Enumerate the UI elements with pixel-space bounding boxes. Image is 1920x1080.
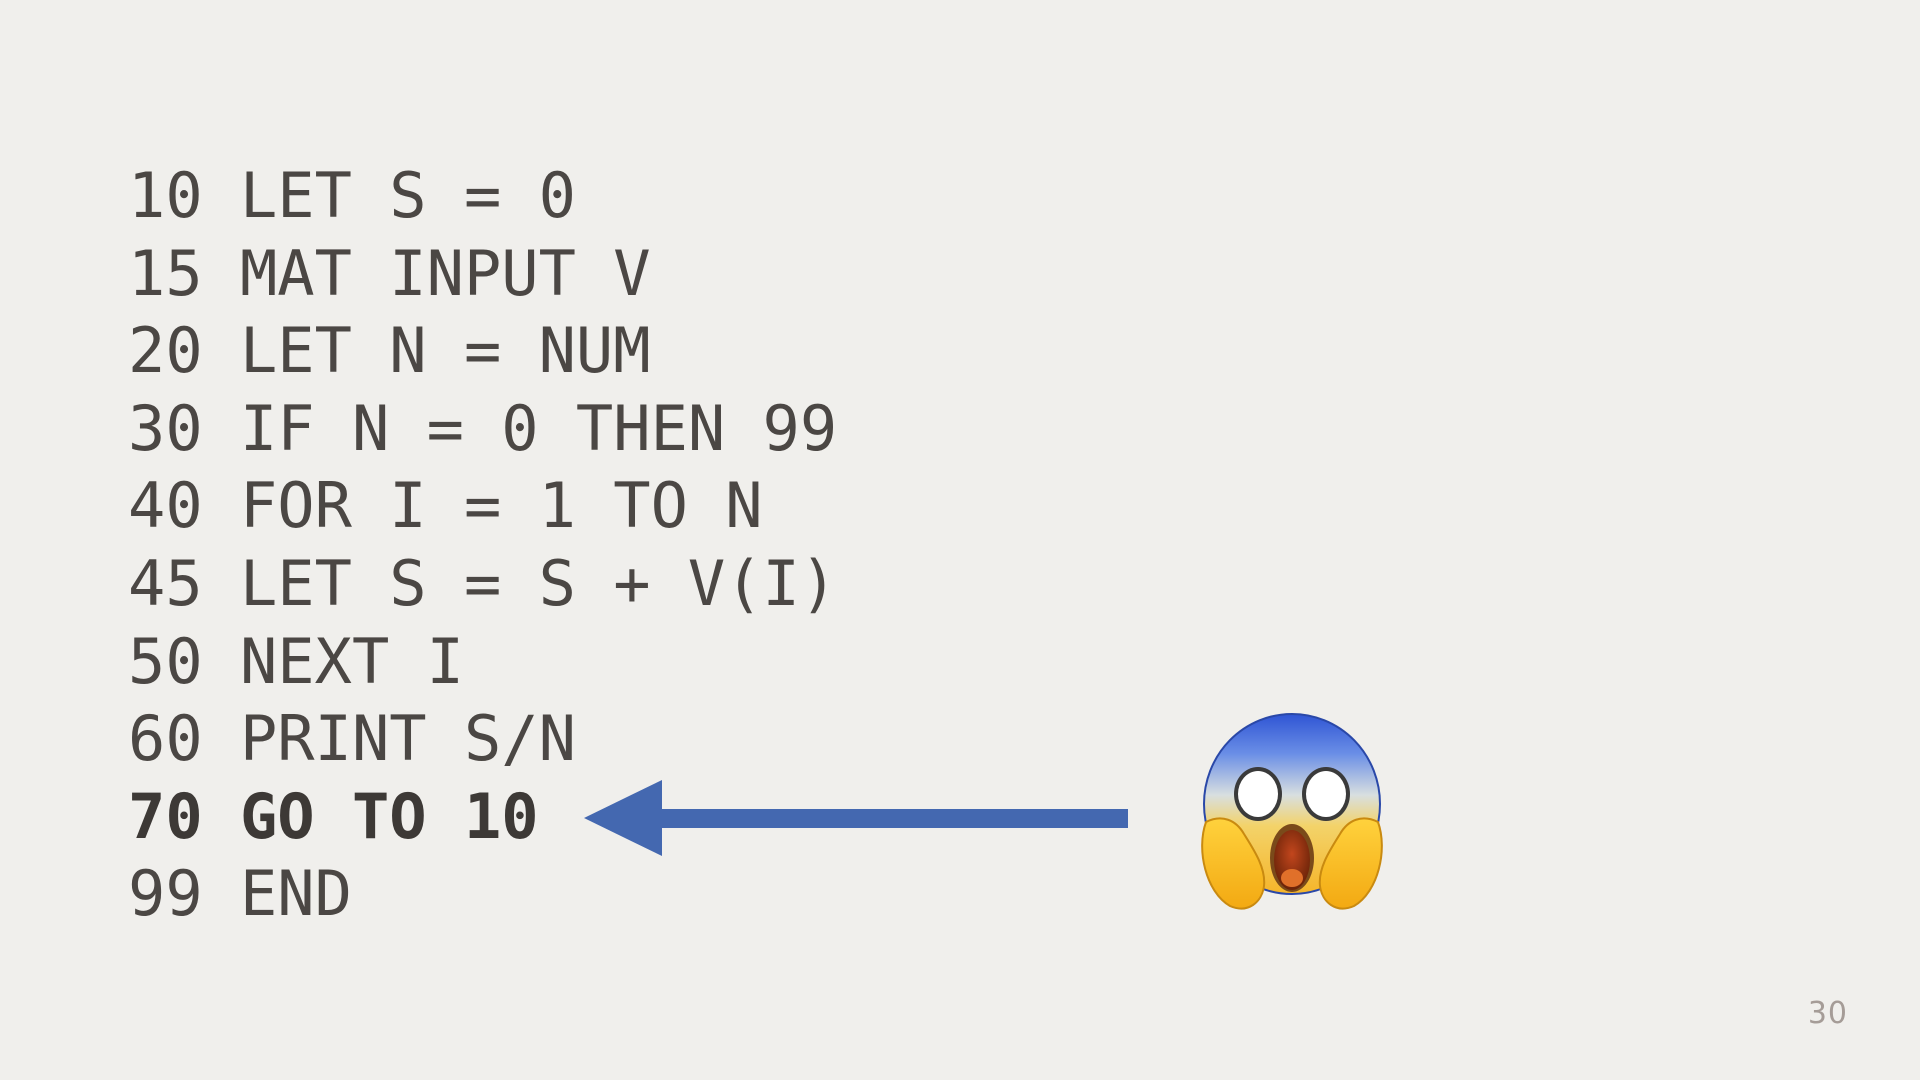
code-line: 60 PRINT S/N bbox=[128, 702, 576, 776]
left-arrow-icon bbox=[584, 780, 1128, 856]
code-line: 50 NEXT I bbox=[128, 624, 464, 698]
code-line: 99 END bbox=[128, 857, 352, 931]
slide: 10 LET S = 0 15 MAT INPUT V 20 LET N = N… bbox=[0, 0, 1920, 1080]
code-line: 40 FOR I = 1 TO N bbox=[128, 469, 763, 543]
face-screaming-in-fear-icon bbox=[1201, 713, 1383, 910]
code-line: 10 LET S = 0 bbox=[128, 159, 576, 232]
code-line: 15 MAT INPUT V bbox=[128, 236, 651, 310]
code-line: 20 LET N = NUM bbox=[128, 314, 651, 388]
page-number: 30 bbox=[1807, 996, 1848, 1031]
code-line: 30 IF N = 0 THEN 99 bbox=[128, 391, 838, 465]
code-line: 45 LET S = S + V(I) bbox=[128, 546, 838, 620]
